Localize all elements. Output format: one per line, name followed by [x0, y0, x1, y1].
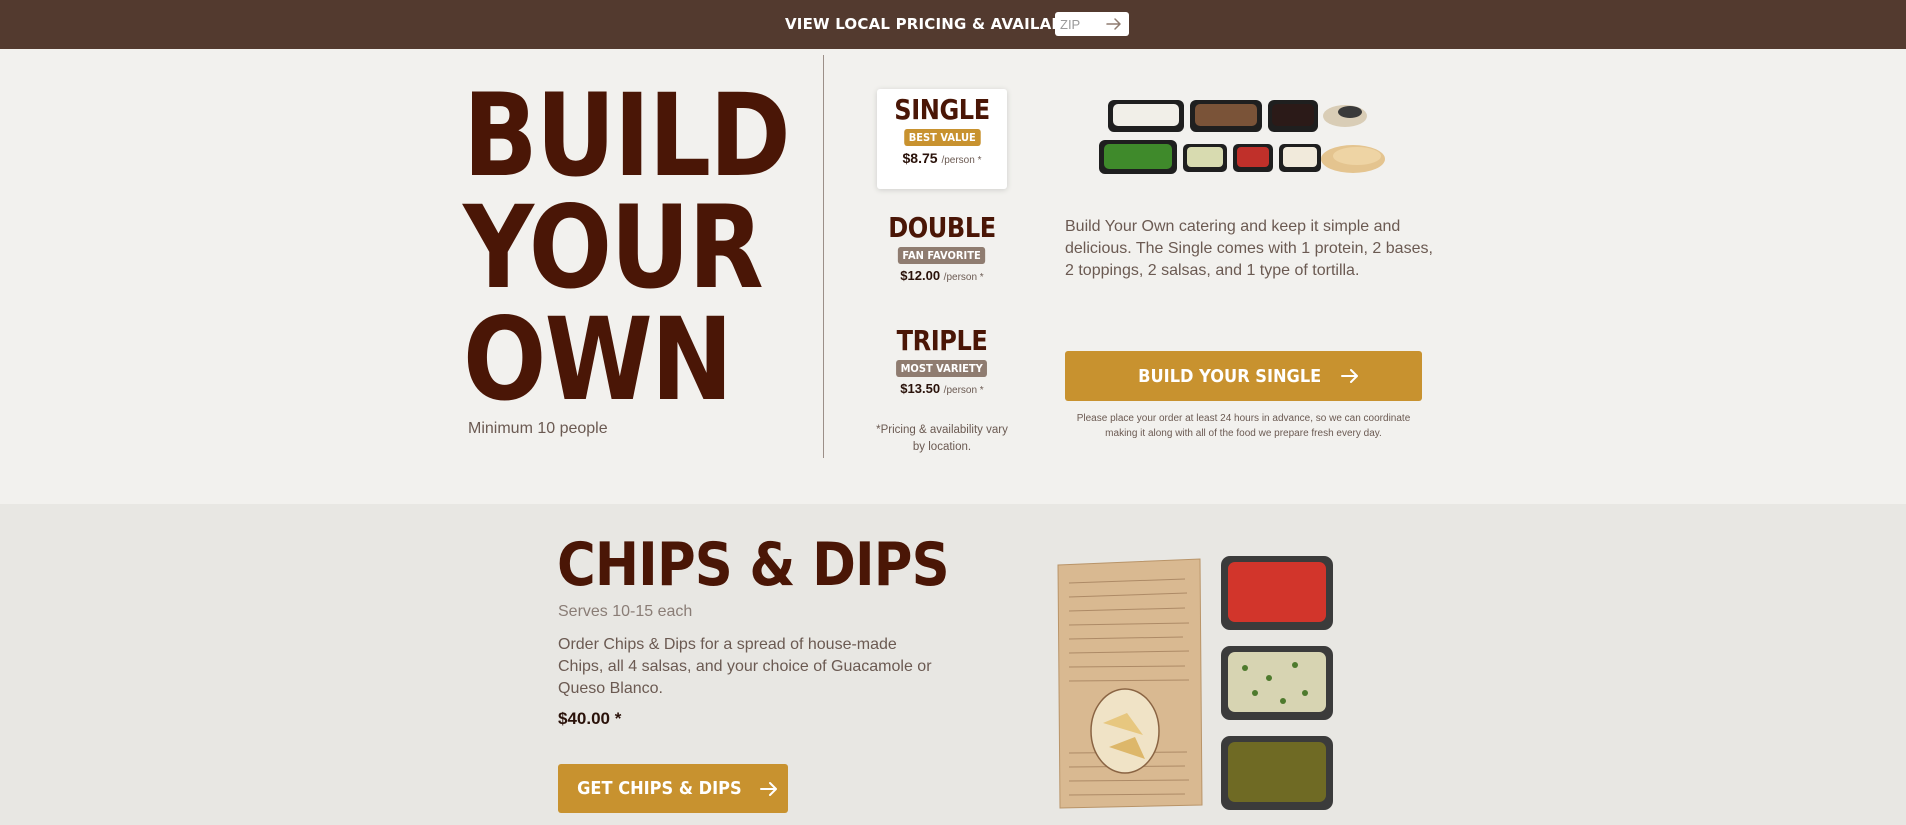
- tier-badge: BEST VALUE: [903, 129, 981, 146]
- tier-name: SINGLE: [894, 93, 990, 126]
- top-bar: VIEW LOCAL PRICING & AVAILABILITY: [0, 0, 1906, 49]
- hero-title-line: BUILD: [463, 69, 791, 202]
- arrow-right-icon: [1341, 369, 1359, 383]
- hero-title: BUILD YOUR OWN: [463, 69, 791, 426]
- tier-triple[interactable]: TRIPLE MOST VARIETY $13.50 /person *: [877, 326, 1007, 396]
- chips-serves: Serves 10-15 each: [558, 603, 693, 620]
- tier-single[interactable]: SINGLE BEST VALUE $8.75 /person *: [877, 89, 1007, 189]
- tier-price-value: $8.75: [902, 150, 938, 166]
- tier-price-unit: /person *: [943, 272, 984, 283]
- get-chips-dips-button[interactable]: GET CHIPS & DIPS: [558, 764, 788, 813]
- advance-order-note: Please place your order at least 24 hour…: [1076, 413, 1411, 439]
- chips-dips-section: [0, 504, 1906, 825]
- tier-price: $12.00 /person *: [877, 268, 1007, 283]
- tier-price-value: $12.00: [900, 268, 941, 283]
- pricing-disclaimer: *Pricing & availability vary by location…: [876, 424, 1008, 453]
- tier-name: DOUBLE: [888, 211, 996, 244]
- tier-price-value: $13.50: [900, 381, 941, 396]
- arrow-right-icon[interactable]: [1106, 17, 1122, 31]
- chips-dips-title: CHIPS & DIPS: [557, 530, 950, 600]
- zip-input[interactable]: [1055, 12, 1104, 36]
- chips-price: $40.00 *: [558, 709, 622, 728]
- hero-title-line: OWN: [463, 293, 733, 426]
- build-description: Build Your Own catering and keep it simp…: [1065, 218, 1433, 279]
- tier-price: $8.75 /person *: [877, 150, 1007, 166]
- tier-badge: FAN FAVORITE: [898, 247, 986, 264]
- tier-name: TRIPLE: [896, 324, 988, 357]
- chips-button-label: GET CHIPS & DIPS: [576, 778, 742, 799]
- zip-form: [1055, 12, 1129, 36]
- tier-price: $13.50 /person *: [877, 381, 1007, 396]
- minimum-people-note: Minimum 10 people: [468, 420, 608, 437]
- vertical-divider: [823, 55, 824, 458]
- hero-title-line: YOUR: [463, 181, 764, 314]
- chips-description: Order Chips & Dips for a spread of house…: [558, 636, 932, 697]
- chips-and-salsa-image: [1057, 556, 1333, 810]
- tier-price-unit: /person *: [943, 385, 984, 396]
- arrow-right-icon: [760, 781, 778, 796]
- build-button-label: BUILD YOUR SINGLE: [1137, 365, 1322, 387]
- build-your-single-button[interactable]: BUILD YOUR SINGLE: [1065, 351, 1422, 401]
- tier-badge: MOST VARIETY: [896, 360, 988, 377]
- tier-double[interactable]: DOUBLE FAN FAVORITE $12.00 /person *: [877, 211, 1007, 284]
- catering-trays-image: [1099, 100, 1385, 174]
- tier-price-unit: /person *: [941, 155, 982, 166]
